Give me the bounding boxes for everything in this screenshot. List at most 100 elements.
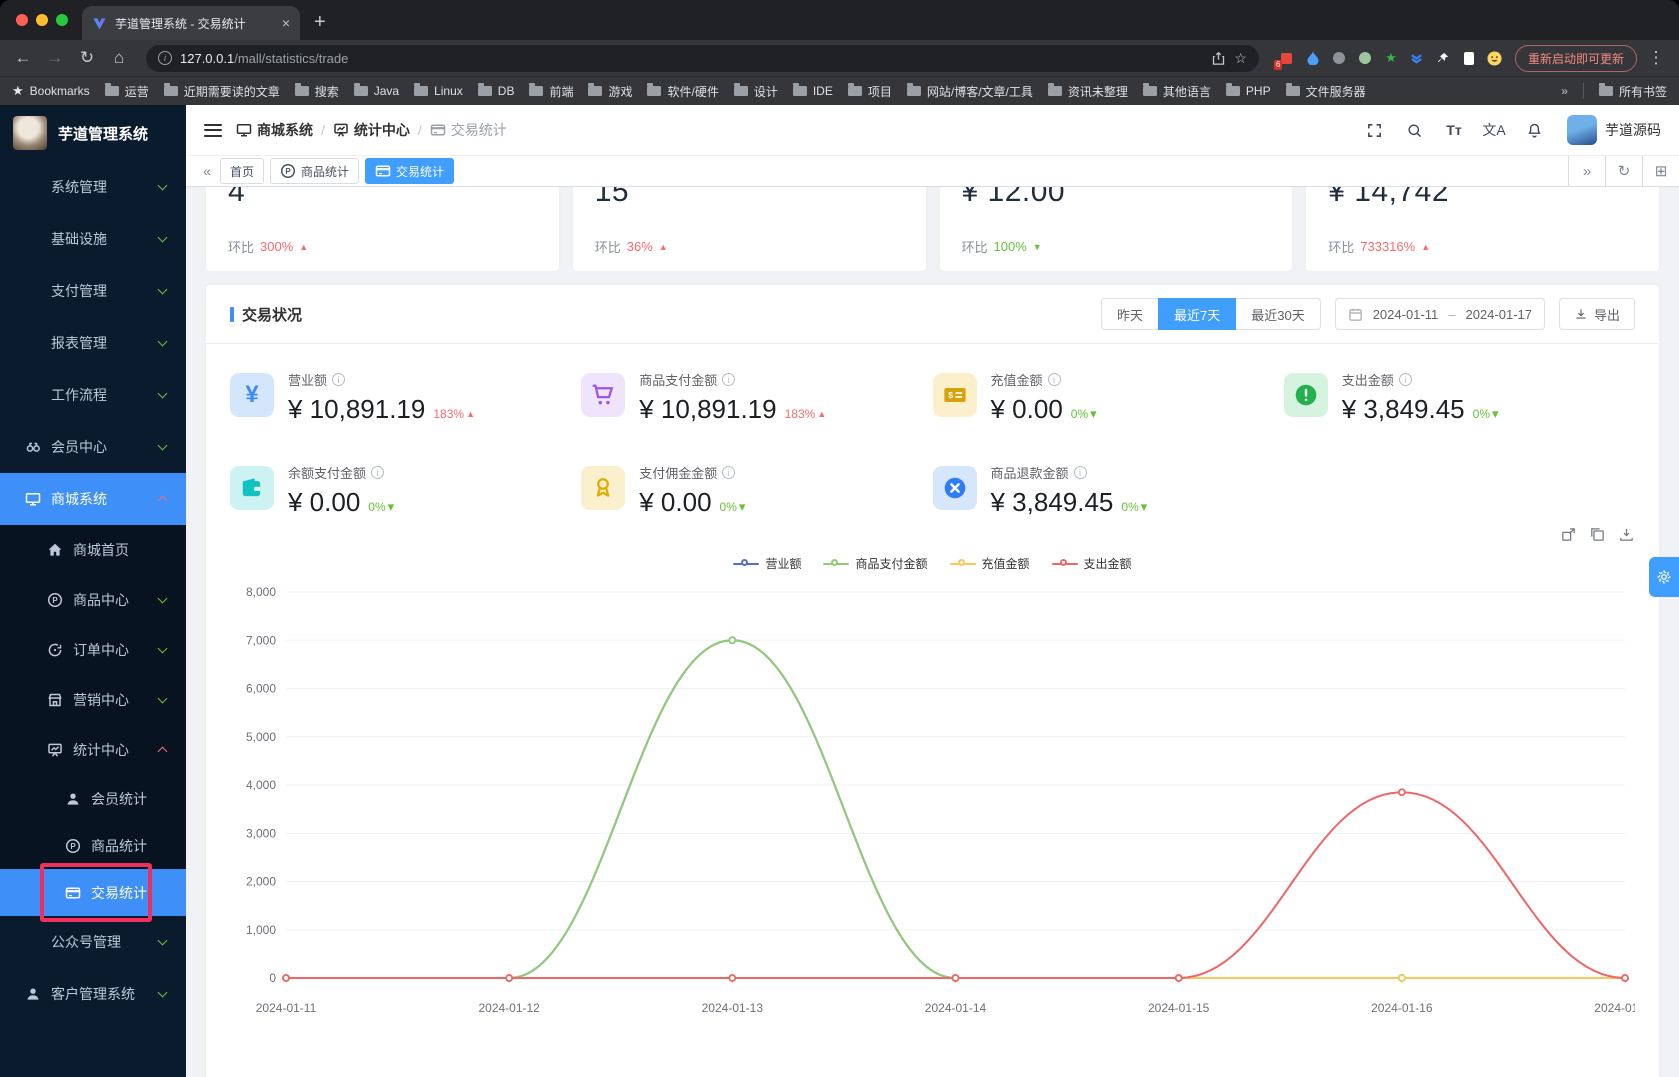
chart-save-image-icon[interactable] — [1618, 526, 1635, 543]
date-range-picker[interactable]: 2024-01-11 – 2024-01-17 — [1334, 298, 1545, 330]
forward-icon[interactable]: → — [42, 48, 68, 68]
sidebar-item-营销中心[interactable]: 营销中心 — [0, 675, 186, 725]
breadcrumb-item[interactable]: 商城系统 — [236, 120, 313, 140]
tags-scroll-left-icon[interactable]: « — [194, 163, 220, 179]
minimize-window-button[interactable] — [36, 14, 48, 26]
bookmark-folder-item[interactable]: Java — [353, 83, 399, 100]
fullscreen-icon[interactable] — [1361, 117, 1387, 143]
site-info-icon[interactable]: i — [158, 51, 172, 65]
reader-mode-extension-icon[interactable] — [1461, 50, 1477, 66]
red-extension-icon[interactable]: 6 — [1273, 50, 1295, 70]
browser-update-button[interactable]: 重新启动即可更新 — [1514, 44, 1637, 72]
bookmarks-manager-item[interactable]: ★ Bookmarks — [12, 83, 90, 99]
bookmark-folder-item[interactable]: 软件/硬件 — [647, 83, 719, 100]
bookmark-star-icon[interactable]: ☆ — [1234, 50, 1247, 67]
chart-restore-icon[interactable] — [1589, 526, 1606, 543]
back-icon[interactable]: ← — [10, 48, 36, 68]
bookmark-folder-item[interactable]: DB — [477, 83, 514, 100]
legend-item-营业额[interactable]: 营业额 — [733, 555, 801, 572]
bookmark-folder-item[interactable]: 项目 — [847, 83, 892, 100]
bookmark-folder-item[interactable]: 搜索 — [294, 83, 339, 100]
bell-icon[interactable] — [1521, 117, 1547, 143]
tag-tab-首页[interactable]: 首页 — [220, 158, 265, 184]
date-start[interactable]: 2024-01-11 — [1373, 307, 1439, 322]
sidebar-item-会员统计[interactable]: 会员统计 — [0, 775, 186, 822]
info-icon[interactable]: i — [1398, 373, 1412, 386]
chart-zoom-icon[interactable] — [1560, 526, 1577, 543]
date-end[interactable]: 2024-01-17 — [1465, 307, 1532, 322]
app-logo[interactable]: 芋道管理系统 — [0, 105, 186, 161]
bookmark-folder-item[interactable]: Linux — [414, 83, 463, 100]
sidebar-item-统计中心[interactable]: 统计中心 — [0, 725, 186, 775]
trade-trend-chart[interactable]: 0 1,000 2,000 3,000 4,000 5,000 6,000 7,000 8,00… — [230, 576, 1656, 1033]
export-button[interactable]: 导出 — [1558, 298, 1635, 330]
breadcrumb-item[interactable]: 统计中心 — [333, 120, 410, 140]
font-size-icon[interactable]: Tт — [1441, 117, 1467, 143]
locale-icon[interactable]: 文A — [1481, 117, 1507, 143]
bookmark-folder-item[interactable]: 资讯未整理 — [1047, 83, 1128, 100]
sidebar-item-会员中心[interactable]: 会员中心 — [0, 421, 186, 473]
water-drop-extension-icon[interactable] — [1305, 50, 1321, 66]
bookmark-folder-item[interactable]: PHP — [1225, 83, 1271, 100]
sidebar-item-商城首页[interactable]: 商城首页 — [0, 525, 186, 575]
gray-camera-extension-icon[interactable] — [1331, 50, 1347, 66]
legend-item-商品支付金额[interactable]: 商品支付金额 — [823, 555, 928, 572]
sidebar-item-商品统计[interactable]: P 商品统计 — [0, 822, 186, 869]
sidebar-item-基础设施[interactable]: 基础设施 — [0, 213, 186, 265]
tags-scroll-right-icon[interactable]: » — [1568, 156, 1605, 186]
theme-settings-button[interactable] — [1649, 557, 1679, 597]
sidebar-item-商品中心[interactable]: P 商品中心 — [0, 575, 186, 625]
bookmark-folder-item[interactable]: 运营 — [104, 83, 149, 100]
pin-extension-icon[interactable] — [1435, 50, 1451, 66]
tag-tab-交易统计[interactable]: 交易统计 — [365, 158, 455, 184]
sidebar-item-公众号管理[interactable]: 公众号管理 — [0, 916, 186, 968]
sidebar-item-系统管理[interactable]: 系统管理 — [0, 161, 186, 213]
bookmark-folder-item[interactable]: 游戏 — [588, 83, 632, 100]
blue-layers-extension-icon[interactable] — [1409, 50, 1425, 66]
info-icon[interactable]: i — [1073, 466, 1087, 479]
info-icon[interactable]: i — [371, 466, 385, 479]
all-bookmarks-item[interactable]: 所有书签 — [1598, 83, 1667, 100]
range-button-昨天[interactable]: 昨天 — [1100, 298, 1159, 330]
info-icon[interactable]: i — [722, 373, 736, 386]
browser-tab[interactable]: 芋道管理系统 - 交易统计 × — [82, 6, 300, 40]
bookmarks-overflow-icon[interactable]: » — [1561, 84, 1568, 98]
green-ring-extension-icon[interactable] — [1357, 50, 1373, 66]
info-icon[interactable]: i — [1047, 373, 1061, 386]
bookmark-folder-item[interactable]: 网站/博客/文章/工具 — [906, 83, 1033, 100]
sidebar-item-工作流程[interactable]: 工作流程 — [0, 369, 186, 421]
breadcrumb-item[interactable]: 交易统计 — [430, 120, 507, 140]
collapse-sidebar-icon[interactable] — [204, 123, 222, 137]
tag-tab-商品统计[interactable]: P 商品统计 — [270, 158, 360, 184]
info-icon[interactable]: i — [722, 466, 736, 479]
legend-item-支出金额[interactable]: 支出金额 — [1051, 555, 1132, 572]
info-icon[interactable]: i — [332, 373, 346, 386]
sidebar-item-报表管理[interactable]: 报表管理 — [0, 317, 186, 369]
sidebar-item-商城系统[interactable]: 商城系统 — [0, 473, 186, 525]
bookmark-folder-item[interactable]: IDE — [792, 83, 833, 100]
range-button-最近30天[interactable]: 最近30天 — [1235, 298, 1321, 330]
sidebar-item-交易统计[interactable]: 交易统计 — [0, 863, 186, 922]
new-tab-button[interactable]: + — [300, 11, 340, 40]
sidebar-item-订单中心[interactable]: 订单中心 — [0, 625, 186, 675]
bookmark-folder-item[interactable]: 设计 — [733, 83, 778, 100]
home-icon[interactable]: ⌂ — [106, 48, 132, 68]
share-icon[interactable] — [1211, 51, 1226, 66]
emoji-avatar-icon[interactable] — [1487, 50, 1503, 66]
bookmark-folder-item[interactable]: 文件服务器 — [1285, 83, 1366, 100]
browser-menu-icon[interactable]: ⋮ — [1643, 48, 1669, 68]
sidebar-item-客户管理系统[interactable]: 客户管理系统 — [0, 968, 186, 1020]
close-window-button[interactable] — [16, 14, 28, 26]
sidebar-item-支付管理[interactable]: 支付管理 — [0, 265, 186, 317]
range-button-最近7天[interactable]: 最近7天 — [1158, 298, 1237, 330]
maximize-window-button[interactable] — [56, 14, 68, 26]
bookmark-folder-item[interactable]: 近期需要读的文章 — [163, 83, 280, 100]
tab-close-icon[interactable]: × — [282, 15, 290, 31]
legend-item-充值金额[interactable]: 充值金额 — [949, 555, 1030, 572]
search-icon[interactable] — [1401, 117, 1427, 143]
user-menu[interactable]: 芋道源码 — [1567, 115, 1661, 145]
bookmark-folder-item[interactable]: 其他语言 — [1142, 83, 1211, 100]
address-bar[interactable]: i 127.0.0.1/mall/statistics/trade ☆ — [146, 44, 1259, 72]
tags-refresh-icon[interactable]: ↻ — [1605, 156, 1642, 186]
bookmark-folder-item[interactable]: 前端 — [529, 83, 573, 100]
